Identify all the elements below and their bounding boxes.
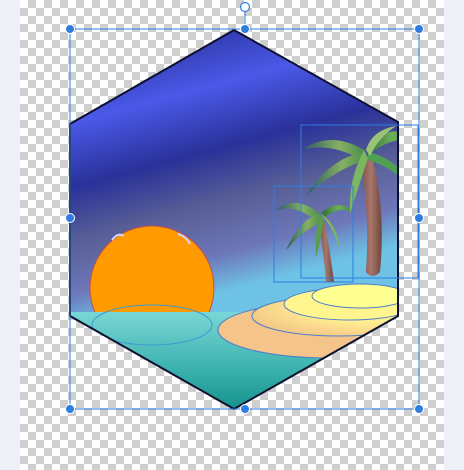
resize-handle-middle-left[interactable] (65, 213, 75, 223)
artboard[interactable] (0, 0, 464, 470)
resize-handle-middle-right[interactable] (414, 213, 424, 223)
resize-handle-top-left[interactable] (65, 24, 75, 34)
sand-ring-top[interactable] (311, 283, 408, 309)
resize-handle-top-center[interactable] (240, 24, 250, 34)
rotate-handle[interactable] (239, 1, 251, 13)
resize-handle-bottom-center[interactable] (240, 404, 250, 414)
scene-group[interactable] (60, 20, 442, 422)
resize-handle-bottom-left[interactable] (65, 404, 75, 414)
resize-handle-bottom-right[interactable] (414, 404, 424, 414)
resize-handle-top-right[interactable] (414, 24, 424, 34)
